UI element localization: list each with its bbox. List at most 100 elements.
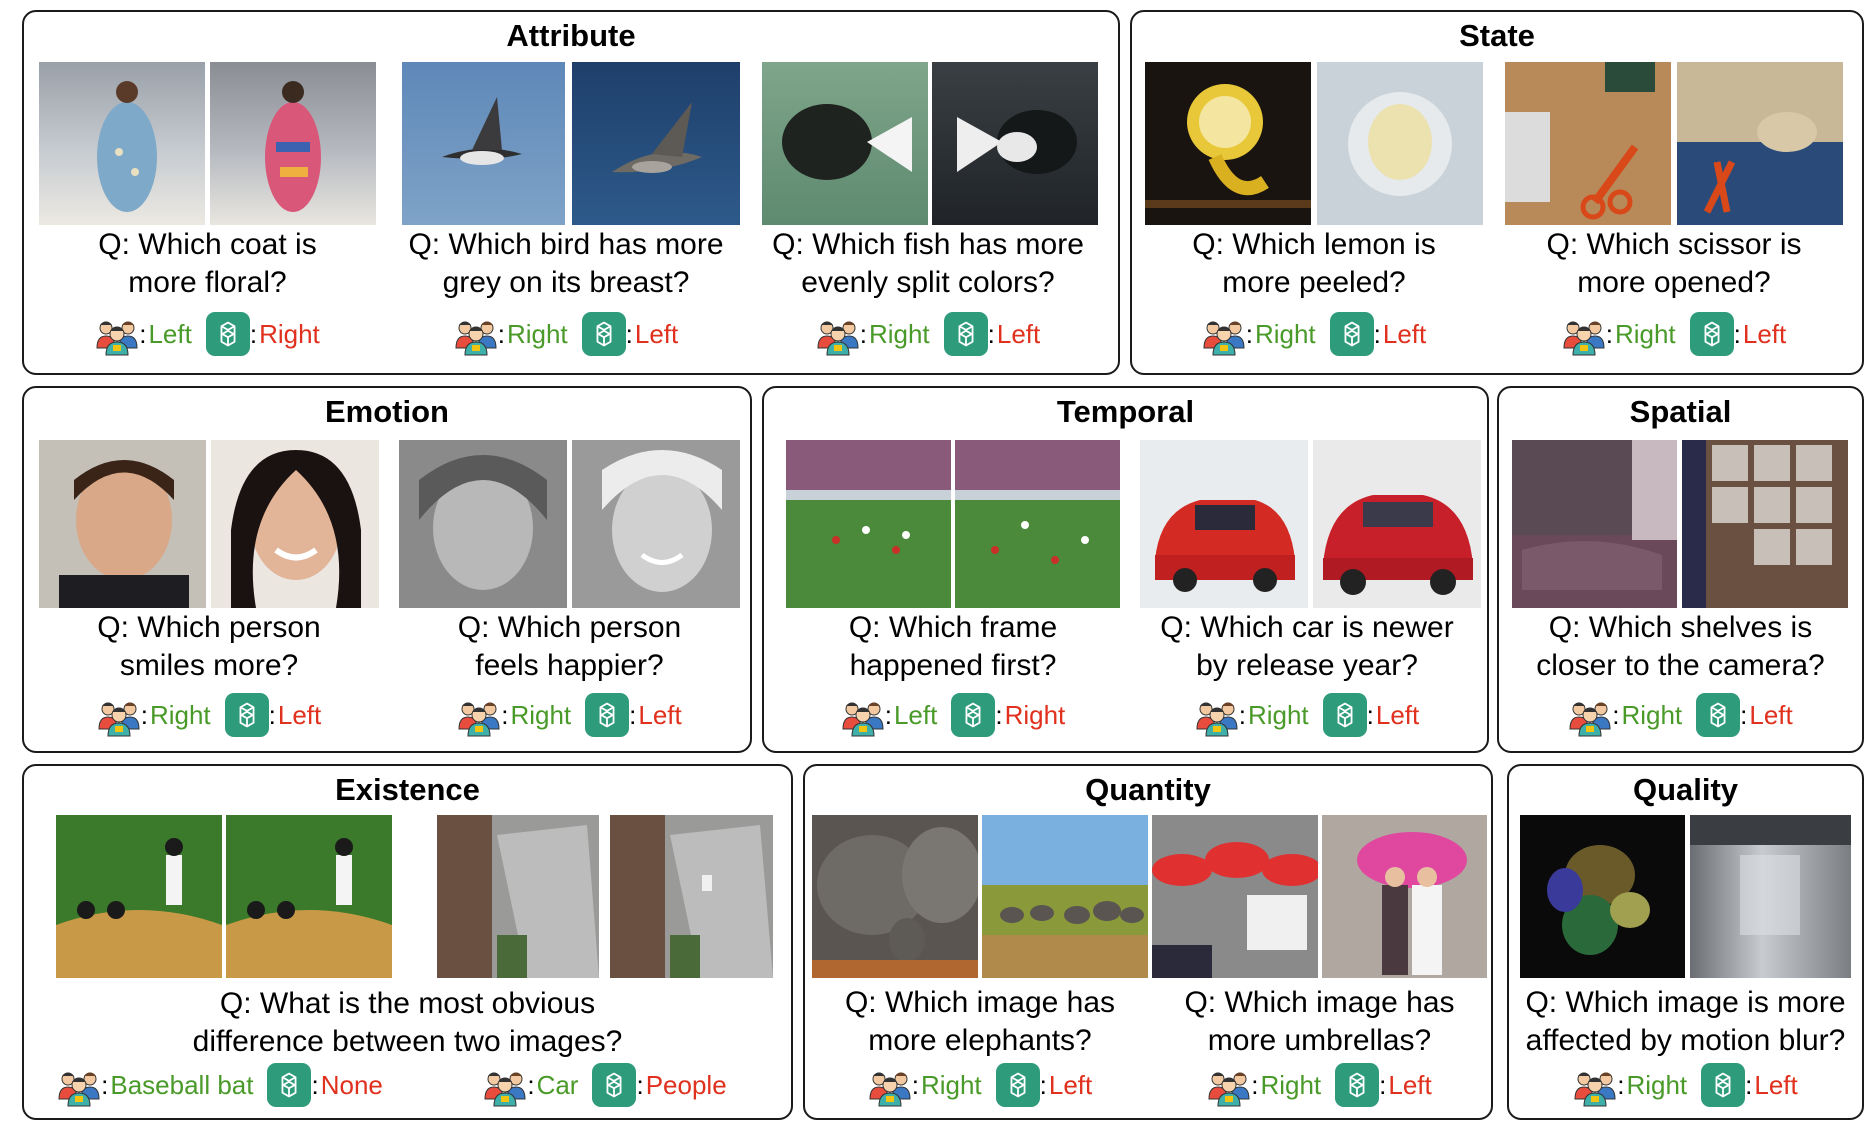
image-umbrella-right xyxy=(1322,815,1487,978)
image-car-left xyxy=(1140,440,1308,608)
question-bird: Q: Which bird has more grey on its breas… xyxy=(408,228,724,299)
human-answer: Right xyxy=(1621,699,1683,730)
human-answer: Right xyxy=(1626,1069,1688,1100)
image-street-left xyxy=(437,815,599,978)
answer-row: : Right : Left xyxy=(1145,312,1483,356)
model-answer: Left xyxy=(996,318,1041,349)
human-answer: Right xyxy=(510,699,572,730)
image-scissor-right xyxy=(1677,62,1843,225)
answer-row: : Right : Left xyxy=(1505,693,1856,737)
question-coat: Q: Which coat is more floral? xyxy=(98,228,317,299)
answer-row: : Right : Left xyxy=(1152,1063,1487,1107)
question-shelves: Q: Which shelves is closer to the camera… xyxy=(1536,611,1825,682)
chatgpt-logo-icon xyxy=(1701,1063,1746,1107)
people-group-icon xyxy=(57,1063,101,1107)
image-elephant-right xyxy=(982,815,1148,978)
question-frame: Q: Which frame happened first? xyxy=(848,611,1058,682)
panel-title: Temporal xyxy=(1056,394,1195,429)
image-umbrella-left xyxy=(1152,815,1318,978)
answer-row: : Right : Left xyxy=(39,693,379,737)
image-blur-left xyxy=(1520,815,1685,978)
model-answer: Right xyxy=(259,318,320,349)
image-frame-right xyxy=(955,440,1120,608)
image-bird-right xyxy=(572,62,740,225)
panel-title: State xyxy=(1459,18,1535,53)
question-umbrellas: Q: Which image has more umbrellas? xyxy=(1184,986,1455,1057)
image-shelves-left xyxy=(1512,440,1677,608)
panel-title: Attribute xyxy=(506,18,636,53)
chatgpt-logo-icon xyxy=(995,1063,1040,1107)
answer-row: : Right : Left xyxy=(1505,312,1843,356)
panel-title: Quality xyxy=(1632,772,1739,807)
answer-row: : Car : People xyxy=(440,1063,770,1107)
people-group-icon xyxy=(1562,312,1606,356)
model-answer: Left xyxy=(1048,1069,1093,1100)
model-answer: Left xyxy=(1754,1069,1798,1100)
human-answer: Right xyxy=(149,699,211,730)
answer-row: : Right : Left xyxy=(752,312,1104,356)
image-street-right xyxy=(610,815,773,978)
model-answer: Left xyxy=(1375,699,1420,730)
people-group-icon xyxy=(1195,693,1239,737)
question-fish: Q: Which fish has more evenly split colo… xyxy=(772,228,1084,299)
chatgpt-logo-icon xyxy=(943,312,988,356)
model-answer: People xyxy=(645,1069,727,1100)
answer-row: : Right : Left xyxy=(812,1063,1148,1107)
model-answer: Left xyxy=(638,699,682,730)
people-group-icon xyxy=(1202,312,1246,356)
answer-row: : Baseball bat : None xyxy=(45,1063,395,1107)
people-group-icon xyxy=(1573,1063,1617,1107)
people-group-icon xyxy=(816,312,860,356)
image-person-smile-left xyxy=(39,440,206,608)
model-answer: Left xyxy=(634,318,679,349)
model-answer: Left xyxy=(1382,318,1427,349)
chatgpt-logo-icon xyxy=(951,693,996,737)
image-fish-left xyxy=(762,62,928,225)
question-lemon: Q: Which lemon is more peeled? xyxy=(1192,228,1436,299)
chatgpt-logo-icon xyxy=(1335,1063,1380,1107)
chatgpt-logo-icon xyxy=(205,312,250,356)
answer-row: : Right : Left xyxy=(1512,1063,1859,1107)
question-smile: Q: Which person smiles more? xyxy=(97,611,321,682)
human-answer: Car xyxy=(536,1069,579,1100)
people-group-icon xyxy=(97,693,141,737)
chatgpt-logo-icon xyxy=(1322,693,1367,737)
image-person-smile-right xyxy=(211,440,379,608)
question-blur: Q: Which image is more affected by motio… xyxy=(1525,986,1846,1057)
human-answer: Left xyxy=(893,699,938,730)
panel-title: Quantity xyxy=(1085,772,1211,807)
panel-title: Spatial xyxy=(1629,394,1732,429)
chatgpt-logo-icon xyxy=(592,1063,637,1107)
chatgpt-logo-icon xyxy=(585,693,630,737)
image-coat-left xyxy=(39,62,205,225)
chatgpt-logo-icon xyxy=(224,693,269,737)
model-answer: Left xyxy=(277,699,322,730)
human-answer: Left xyxy=(148,318,192,349)
chatgpt-logo-icon xyxy=(267,1063,312,1107)
chatgpt-logo-icon xyxy=(1696,693,1741,737)
question-car: Q: Which car is newer by release year? xyxy=(1160,611,1454,682)
chatgpt-logo-icon xyxy=(581,312,626,356)
question-happy: Q: Which person feels happier? xyxy=(457,611,682,682)
human-answer: Right xyxy=(1260,1069,1322,1100)
people-group-icon xyxy=(1568,693,1612,737)
answer-row: : Left : Right xyxy=(778,693,1128,737)
image-frame-left xyxy=(786,440,951,608)
question-scissor: Q: Which scissor is more opened? xyxy=(1546,228,1802,299)
people-group-icon xyxy=(95,312,139,356)
answer-row: : Left : Right xyxy=(39,312,376,356)
chatgpt-logo-icon xyxy=(1689,312,1734,356)
model-answer: None xyxy=(320,1069,383,1100)
human-answer: Right xyxy=(506,318,568,349)
human-answer: Right xyxy=(1614,318,1676,349)
model-answer: Left xyxy=(1388,1069,1432,1100)
human-answer: Baseball bat xyxy=(110,1069,254,1100)
human-answer: Right xyxy=(1247,699,1309,730)
image-elephant-left xyxy=(812,815,978,978)
answer-row: : Right : Left xyxy=(1132,693,1482,737)
image-person-happy-right xyxy=(572,440,740,608)
answer-row: : Right : Left xyxy=(392,312,740,356)
people-group-icon xyxy=(868,1063,912,1107)
image-blur-right xyxy=(1690,815,1851,978)
human-answer: Right xyxy=(1254,318,1316,349)
